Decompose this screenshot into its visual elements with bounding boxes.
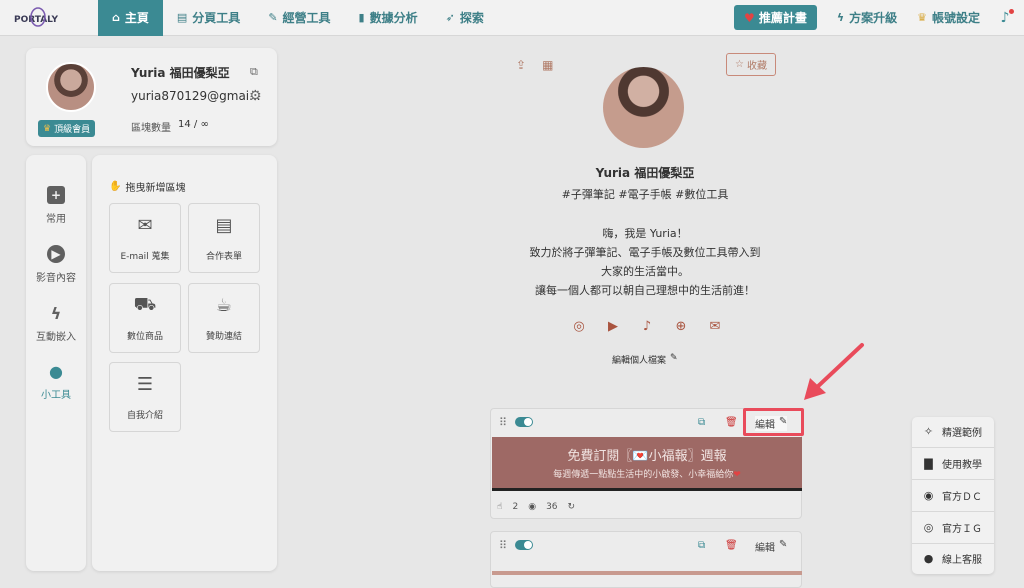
bulb-icon: ✧ bbox=[923, 425, 934, 438]
preview-tags: #子彈筆記 #電子手帳 #數位工具 bbox=[561, 188, 729, 201]
block-preview-stripe bbox=[492, 571, 802, 575]
top-nav: PORTALY ⌂ 主頁 ▤ 分頁工具 ✎ 經營工具 ▮ 數據分析 ➶ 探索 ♥ 推薦計畫 … bbox=[0, 0, 1024, 36]
heart-icon: ❤ bbox=[733, 470, 741, 480]
preview-bio: 嗨，我是 Yuria！ 致力於將子彈筆記、電子手帳及數位工具帶入到 大家的生活當… bbox=[529, 227, 761, 297]
blocks-panel: ✋ 拖曳新增區塊 ✉ E-mail 蒐集 ▤ 合作表單 ⛟ 數位商品 ☕ 贊助連結… bbox=[92, 155, 277, 571]
chart-icon: ▮ bbox=[358, 11, 365, 24]
recommend-plan-button[interactable]: ♥ 推薦計畫 bbox=[734, 5, 817, 30]
trash-icon[interactable]: 🗑 bbox=[725, 417, 738, 428]
portaly-logo[interactable]: PORTALY bbox=[0, 0, 98, 36]
menu-official-discord[interactable]: ◉ 官方ＤＣ bbox=[922, 488, 982, 503]
newsletter-banner[interactable]: 免費訂閱〖💌小福報〗週報 每週傳遞一點點生活中的小啟發、小幸福給你❤ bbox=[492, 437, 802, 488]
block-count-label: 區塊數量 bbox=[131, 123, 171, 134]
nav-page-tools[interactable]: ▤ 分頁工具 bbox=[163, 0, 254, 36]
nav-business-tools[interactable]: ✎ 經營工具 bbox=[254, 0, 344, 36]
edit-profile-link[interactable]: 編輯個人檔案 ✎ bbox=[612, 353, 678, 366]
bolt-icon: ϟ bbox=[50, 303, 62, 323]
contact-card-icon: ☰ bbox=[136, 374, 154, 395]
menu-online-support[interactable]: ● 線上客服 bbox=[922, 551, 982, 566]
trash-icon[interactable]: 🗑 bbox=[725, 540, 738, 551]
drag-handle-icon[interactable]: ⠿ bbox=[499, 539, 507, 552]
share-icon[interactable]: ⇪ bbox=[516, 58, 526, 72]
crown-icon: ♛ bbox=[43, 123, 52, 134]
help-float-menu: ✧ 精選範例 ▇ 使用教學 ◉ 官方ＤＣ ◎ 官方ＩＧ ● 線上客服 bbox=[912, 417, 994, 574]
annotation-highlight-box bbox=[743, 408, 804, 436]
qrcode-icon[interactable]: ▦ bbox=[542, 58, 553, 72]
tab-embed[interactable]: ϟ 互動嵌入 bbox=[26, 303, 86, 344]
banner-title: 免費訂閱〖💌小福報〗週報 bbox=[567, 449, 727, 464]
rocket-icon: ➶ bbox=[445, 11, 455, 24]
notification-dot bbox=[1009, 8, 1014, 14]
home-icon: ⌂ bbox=[112, 11, 120, 24]
block-stats: ☝ 2 ◉ 36 ↻ bbox=[497, 502, 575, 512]
menu-featured-examples[interactable]: ✧ 精選範例 bbox=[922, 424, 982, 439]
banner-subtitle: 每週傳遞一點點生活中的小啟發、小幸福給你❤ bbox=[553, 470, 741, 480]
svg-text:PORTALY: PORTALY bbox=[14, 15, 59, 25]
nav-analytics[interactable]: ▮ 數據分析 bbox=[345, 0, 432, 36]
avatar[interactable] bbox=[46, 62, 96, 112]
bulb-icon: ● bbox=[49, 361, 63, 381]
pencil-icon: ✎ bbox=[779, 539, 788, 550]
favorite-button[interactable]: ☆ 收藏 bbox=[726, 53, 776, 76]
logo-mark: PORTALY bbox=[14, 6, 59, 27]
nav-home[interactable]: ⌂ 主頁 bbox=[98, 0, 163, 36]
email-icon[interactable]: ✉ bbox=[707, 318, 723, 334]
duplicate-icon[interactable]: ⧉ bbox=[698, 540, 705, 551]
plan-upgrade-button[interactable]: ϟ 方案升級 bbox=[827, 0, 907, 36]
line-icon: ● bbox=[923, 552, 934, 565]
menu-tutorial[interactable]: ▇ 使用教學 bbox=[922, 456, 982, 471]
edit-block-button[interactable]: 編輯 ✎ bbox=[755, 539, 787, 554]
profile-card: ♛ 頂級會員 Yuria 福田優梨亞 ⧉ yuria870129@gmai... … bbox=[26, 48, 277, 146]
star-icon: ☆ bbox=[735, 59, 744, 70]
crown-icon: ♛ bbox=[917, 11, 927, 24]
wrench-icon: ✎ bbox=[268, 11, 278, 24]
member-badge: ♛ 頂級會員 bbox=[38, 120, 96, 137]
view-count: 36 bbox=[546, 502, 558, 512]
social-links: ◎ ▶ ♪ ⊕ ✉ bbox=[571, 318, 723, 334]
youtube-icon[interactable]: ▶ bbox=[605, 318, 621, 334]
preview-name: Yuria 福田優梨亞 bbox=[595, 166, 695, 180]
gear-icon[interactable]: ⚙ bbox=[249, 88, 262, 104]
nav-explore[interactable]: ➶ 探索 bbox=[432, 0, 498, 36]
drag-handle-icon[interactable]: ⠿ bbox=[499, 416, 507, 429]
instagram-icon[interactable]: ◎ bbox=[571, 318, 587, 334]
pages-icon: ▤ bbox=[176, 11, 188, 24]
block-category-tabs: + 常用 ▶ 影音內容 ϟ 互動嵌入 ● 小工具 bbox=[26, 155, 86, 571]
profile-name: Yuria 福田優梨亞 bbox=[131, 66, 230, 80]
block-count-value: 14 / ∞ bbox=[178, 119, 209, 130]
discord-icon: ◉ bbox=[923, 489, 934, 502]
content-block: ⠿ ⧉ 🗑 編輯 ✎ bbox=[490, 531, 802, 588]
click-count: 2 bbox=[512, 502, 519, 512]
tab-widgets[interactable]: ● 小工具 bbox=[26, 361, 86, 402]
notification-bell-icon[interactable]: ♪ bbox=[996, 8, 1014, 27]
heart-icon: ♥ bbox=[744, 10, 755, 25]
refresh-icon[interactable]: ↻ bbox=[568, 502, 576, 512]
book-icon: ▇ bbox=[924, 457, 933, 470]
block-visibility-toggle[interactable] bbox=[515, 417, 534, 427]
click-icon: ☝ bbox=[497, 502, 503, 512]
account-settings-button[interactable]: ♛ 帳號設定 bbox=[907, 0, 990, 36]
eye-icon: ◉ bbox=[528, 502, 537, 512]
menu-official-ig[interactable]: ◎ 官方ＩＧ bbox=[922, 520, 982, 535]
pencil-icon: ✎ bbox=[670, 353, 678, 363]
block-visibility-toggle[interactable] bbox=[515, 540, 534, 550]
tiktok-icon[interactable]: ♪ bbox=[639, 318, 655, 334]
duplicate-icon[interactable]: ⧉ bbox=[698, 417, 705, 428]
globe-icon[interactable]: ⊕ bbox=[673, 318, 689, 334]
bolt-icon: ϟ bbox=[836, 11, 845, 24]
profile-avatar-large bbox=[603, 67, 684, 148]
tile-self-intro[interactable]: ☰ 自我介紹 bbox=[109, 362, 181, 432]
annotation-arrow bbox=[804, 343, 864, 400]
profile-email: yuria870129@gmai... bbox=[131, 89, 261, 103]
copy-icon[interactable]: ⧉ bbox=[250, 65, 258, 79]
instagram-icon: ◎ bbox=[923, 521, 934, 534]
